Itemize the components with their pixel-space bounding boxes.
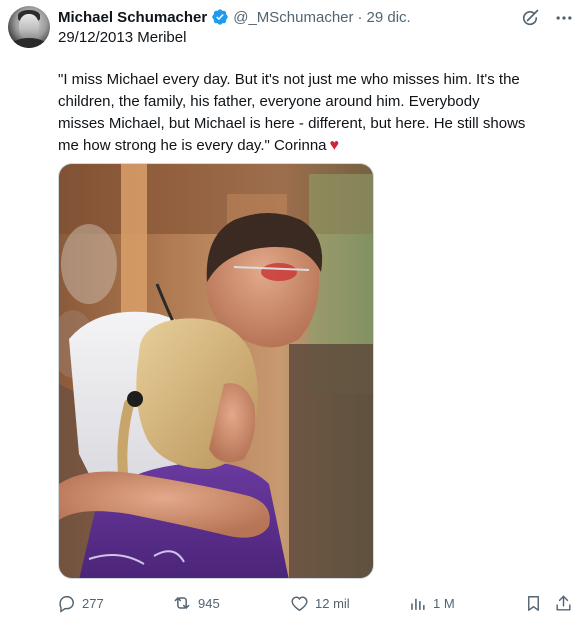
tweet-date[interactable]: 29 dic.	[367, 9, 411, 26]
tweet-actions: 277 945 12 mil 1 M	[52, 590, 578, 616]
grok-icon[interactable]	[520, 8, 540, 28]
handle[interactable]: @_MSchumacher	[233, 9, 353, 26]
avatar-body	[10, 38, 48, 48]
bookmark-icon	[528, 595, 539, 611]
views-button[interactable]: 1 M	[408, 590, 455, 616]
tweet-subline: 29/12/2013 Meribel	[58, 29, 187, 46]
reply-button[interactable]: 277	[57, 590, 104, 616]
tweet-text-body: "I miss Michael every day. But it's not …	[58, 71, 526, 154]
top-right-actions	[520, 8, 574, 28]
more-icon[interactable]	[554, 8, 574, 28]
repost-button[interactable]: 945	[172, 590, 220, 616]
reply-icon	[59, 595, 74, 613]
avatar-face	[19, 14, 39, 40]
share-icon	[556, 595, 571, 611]
repost-count: 945	[198, 595, 220, 611]
red-heart-emoji: ♥	[329, 137, 340, 154]
views-icon	[411, 598, 425, 610]
tweet-photo[interactable]	[58, 163, 374, 579]
tweet[interactable]: Michael Schumacher @_MSchumacher · 29 di…	[0, 0, 582, 622]
display-name[interactable]: Michael Schumacher	[58, 9, 207, 26]
verified-badge-icon[interactable]	[211, 8, 229, 26]
avatar[interactable]	[8, 6, 50, 48]
repost-icon	[174, 597, 190, 609]
like-icon	[291, 595, 308, 611]
reply-count: 277	[82, 595, 104, 611]
bookmark-button[interactable]	[524, 590, 543, 616]
share-button[interactable]	[554, 590, 573, 616]
photo-illustration	[59, 164, 373, 578]
views-count: 1 M	[433, 595, 455, 611]
separator-dot: ·	[357, 8, 363, 26]
tweet-header: Michael Schumacher @_MSchumacher · 29 di…	[58, 7, 411, 27]
tweet-text: "I miss Michael every day. But it's not …	[58, 69, 528, 157]
like-button[interactable]: 12 mil	[290, 590, 350, 616]
like-count: 12 mil	[315, 595, 350, 611]
